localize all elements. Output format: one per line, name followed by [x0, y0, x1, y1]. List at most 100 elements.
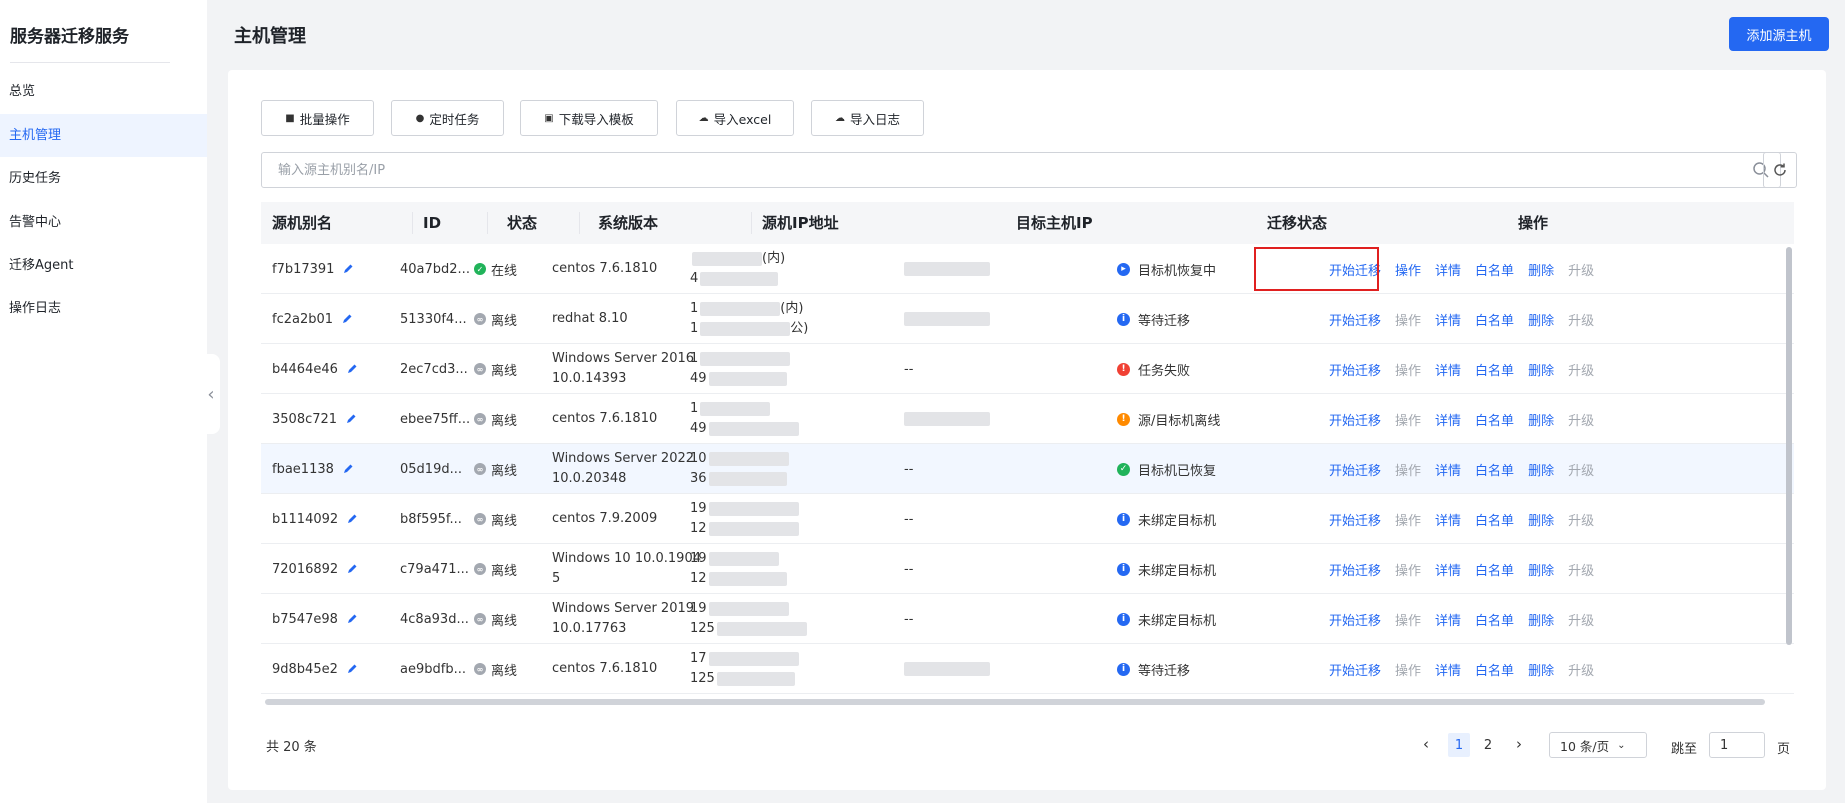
vertical-scrollbar[interactable] — [1786, 247, 1792, 645]
sidebar-collapse-button[interactable]: ‹ — [202, 354, 220, 434]
upgrade-link[interactable]: 升级 — [1568, 510, 1594, 529]
import-excel-button[interactable]: ☁ 导入excel — [676, 100, 794, 136]
refresh-button[interactable] — [1763, 152, 1797, 188]
horizontal-scrollbar[interactable] — [265, 699, 1765, 705]
whitelist-link[interactable]: 白名单 — [1475, 260, 1514, 279]
next-page-button[interactable]: › — [1510, 734, 1528, 754]
start-migration-link[interactable]: 开始迁移 — [1329, 660, 1381, 679]
sidebar-item-operation-log[interactable]: 操作日志 — [0, 287, 207, 330]
details-link[interactable]: 详情 — [1435, 510, 1461, 529]
operate-link[interactable]: 操作 — [1395, 560, 1421, 579]
upgrade-link[interactable]: 升级 — [1568, 560, 1594, 579]
page-number-2[interactable]: 2 — [1477, 733, 1499, 757]
delete-link[interactable]: 删除 — [1528, 560, 1554, 579]
details-link[interactable]: 详情 — [1435, 360, 1461, 379]
operate-link[interactable]: 操作 — [1395, 610, 1421, 629]
upgrade-link[interactable]: 升级 — [1568, 260, 1594, 279]
details-link[interactable]: 详情 — [1435, 260, 1461, 279]
delete-link[interactable]: 删除 — [1528, 510, 1554, 529]
table-row[interactable]: b7547e98 4c8a93d... ∞ 离线 Windows Server … — [261, 594, 1794, 644]
start-migration-link[interactable]: 开始迁移 — [1329, 460, 1381, 479]
whitelist-link[interactable]: 白名单 — [1475, 610, 1514, 629]
operate-link[interactable]: 操作 — [1395, 260, 1421, 279]
scheduled-task-button[interactable]: ● 定时任务 — [391, 100, 504, 136]
edit-icon[interactable] — [346, 663, 358, 675]
details-link[interactable]: 详情 — [1435, 310, 1461, 329]
whitelist-link[interactable]: 白名单 — [1475, 460, 1514, 479]
import-log-button[interactable]: ☁ 导入日志 — [811, 100, 924, 136]
whitelist-link[interactable]: 白名单 — [1475, 410, 1514, 429]
operate-link[interactable]: 操作 — [1395, 660, 1421, 679]
edit-icon[interactable] — [346, 613, 358, 625]
whitelist-link[interactable]: 白名单 — [1475, 510, 1514, 529]
start-migration-link[interactable]: 开始迁移 — [1329, 610, 1381, 629]
operate-link[interactable]: 操作 — [1395, 460, 1421, 479]
edit-icon[interactable] — [342, 263, 354, 275]
sidebar-item-alert-center[interactable]: 告警中心 — [0, 201, 207, 244]
table-row[interactable]: 72016892 c79a471... ∞ 离线 Windows 10 10.0… — [261, 544, 1794, 594]
upgrade-link[interactable]: 升级 — [1568, 610, 1594, 629]
search-input[interactable] — [262, 153, 1780, 187]
table-row[interactable]: fc2a2b01 51330f4... ∞ 离线 redhat 8.10 1 (内… — [261, 294, 1794, 344]
operate-link[interactable]: 操作 — [1395, 360, 1421, 379]
upgrade-link[interactable]: 升级 — [1568, 410, 1594, 429]
start-migration-link[interactable]: 开始迁移 — [1329, 510, 1381, 529]
upgrade-link[interactable]: 升级 — [1568, 310, 1594, 329]
delete-link[interactable]: 删除 — [1528, 360, 1554, 379]
status-cell: ∞ 离线 — [474, 644, 517, 694]
upgrade-link[interactable]: 升级 — [1568, 360, 1594, 379]
table-row[interactable]: fbae1138 05d19d... ∞ 离线 Windows Server 2… — [261, 444, 1794, 494]
sidebar-item-history-tasks[interactable]: 历史任务 — [0, 157, 207, 200]
table-row[interactable]: f7b17391 40a7bd2... ✓ 在线 centos 7.6.1810… — [261, 244, 1794, 294]
sidebar-item-migration-agent[interactable]: 迁移Agent — [0, 244, 207, 287]
edit-icon[interactable] — [342, 463, 354, 475]
upgrade-link[interactable]: 升级 — [1568, 660, 1594, 679]
page-number-1[interactable]: 1 — [1448, 733, 1470, 757]
whitelist-link[interactable]: 白名单 — [1475, 310, 1514, 329]
details-link[interactable]: 详情 — [1435, 560, 1461, 579]
batch-operation-button[interactable]: ■ 批量操作 — [261, 100, 374, 136]
start-migration-link[interactable]: 开始迁移 — [1329, 260, 1381, 279]
start-migration-link[interactable]: 开始迁移 — [1329, 560, 1381, 579]
details-link[interactable]: 详情 — [1435, 410, 1461, 429]
sidebar-item-host-management[interactable]: 主机管理 — [0, 114, 207, 157]
table-row[interactable]: b4464e46 2ec7cd3... ∞ 离线 Windows Server … — [261, 344, 1794, 394]
table-row[interactable]: 9d8b45e2 ae9bdfb... ∞ 离线 centos 7.6.1810… — [261, 644, 1794, 694]
whitelist-link[interactable]: 白名单 — [1475, 360, 1514, 379]
add-source-host-button[interactable]: 添加源主机 — [1729, 17, 1829, 51]
download-template-button[interactable]: ▣ 下载导入模板 — [520, 100, 658, 136]
table-row[interactable]: 3508c721 ebee75ff... ∞ 离线 centos 7.6.181… — [261, 394, 1794, 444]
operate-link[interactable]: 操作 — [1395, 310, 1421, 329]
page-size-select[interactable]: 10 条/页 ⌄ — [1549, 732, 1647, 758]
start-migration-link[interactable]: 开始迁移 — [1329, 310, 1381, 329]
whitelist-link[interactable]: 白名单 — [1475, 660, 1514, 679]
operate-link[interactable]: 操作 — [1395, 510, 1421, 529]
operate-link[interactable]: 操作 — [1395, 410, 1421, 429]
edit-icon[interactable] — [346, 363, 358, 375]
start-migration-link[interactable]: 开始迁移 — [1329, 360, 1381, 379]
delete-link[interactable]: 删除 — [1528, 310, 1554, 329]
migration-status-text: 源/目标机离线 — [1138, 413, 1221, 429]
jump-page-input[interactable] — [1709, 732, 1765, 758]
delete-link[interactable]: 删除 — [1528, 610, 1554, 629]
table-row[interactable]: b1114092 b8f595f... ∞ 离线 centos 7.9.2009… — [261, 494, 1794, 544]
details-link[interactable]: 详情 — [1435, 460, 1461, 479]
start-migration-link[interactable]: 开始迁移 — [1329, 410, 1381, 429]
sidebar-item-overview[interactable]: 总览 — [0, 70, 207, 113]
details-link[interactable]: 详情 — [1435, 660, 1461, 679]
whitelist-link[interactable]: 白名单 — [1475, 560, 1514, 579]
upgrade-link[interactable]: 升级 — [1568, 460, 1594, 479]
target-ip-empty: -- — [904, 611, 914, 627]
edit-icon[interactable] — [346, 513, 358, 525]
delete-link[interactable]: 删除 — [1528, 460, 1554, 479]
edit-icon[interactable] — [345, 413, 357, 425]
delete-link[interactable]: 删除 — [1528, 660, 1554, 679]
online-status-icon: ✓ — [474, 263, 486, 275]
edit-icon[interactable] — [341, 313, 353, 325]
delete-link[interactable]: 删除 — [1528, 410, 1554, 429]
prev-page-button[interactable]: ‹ — [1417, 734, 1435, 754]
details-link[interactable]: 详情 — [1435, 610, 1461, 629]
ip-suffix: (内) — [762, 251, 786, 266]
delete-link[interactable]: 删除 — [1528, 260, 1554, 279]
edit-icon[interactable] — [346, 563, 358, 575]
